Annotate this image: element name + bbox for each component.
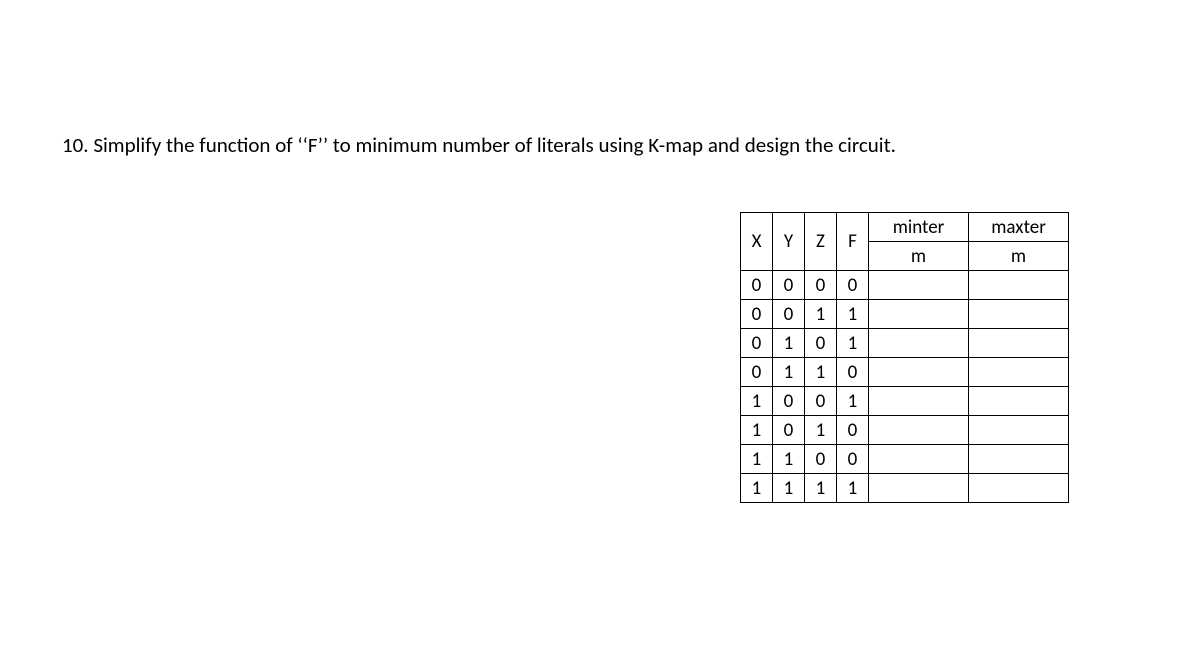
- cell-f: 0: [837, 271, 869, 300]
- cell-x: 1: [741, 387, 773, 416]
- cell-max: [969, 329, 1069, 358]
- table-row: 0 0 1 1: [741, 300, 1069, 329]
- cell-f: 1: [837, 300, 869, 329]
- cell-f: 0: [837, 358, 869, 387]
- cell-y: 0: [773, 300, 805, 329]
- cell-max: [969, 416, 1069, 445]
- cell-min: [869, 271, 969, 300]
- table-row: 1 1 1 1: [741, 474, 1069, 503]
- cell-x: 0: [741, 300, 773, 329]
- header-f: F: [837, 213, 869, 271]
- cell-max: [969, 271, 1069, 300]
- cell-max: [969, 300, 1069, 329]
- cell-max: [969, 445, 1069, 474]
- cell-y: 1: [773, 358, 805, 387]
- cell-min: [869, 300, 969, 329]
- cell-y: 0: [773, 271, 805, 300]
- cell-f: 1: [837, 329, 869, 358]
- cell-x: 1: [741, 474, 773, 503]
- cell-y: 1: [773, 329, 805, 358]
- cell-min: [869, 329, 969, 358]
- header-maxterm-top: maxter: [969, 213, 1069, 242]
- cell-z: 0: [805, 445, 837, 474]
- cell-min: [869, 474, 969, 503]
- table-row: 0 1 0 1: [741, 329, 1069, 358]
- cell-f: 0: [837, 416, 869, 445]
- cell-y: 0: [773, 416, 805, 445]
- cell-x: 1: [741, 416, 773, 445]
- question-text: 10. Simplify the function of ‘‘F’’ to mi…: [62, 132, 896, 158]
- cell-x: 0: [741, 271, 773, 300]
- header-x: X: [741, 213, 773, 271]
- header-z: Z: [805, 213, 837, 271]
- cell-z: 0: [805, 271, 837, 300]
- truth-table: X Y Z F minter maxter m m 0 0 0 0 0 0 1 …: [740, 212, 1069, 503]
- cell-z: 1: [805, 300, 837, 329]
- cell-z: 1: [805, 358, 837, 387]
- cell-f: 1: [837, 387, 869, 416]
- cell-z: 0: [805, 387, 837, 416]
- table-row: 0 0 0 0: [741, 271, 1069, 300]
- table-row: 0 1 1 0: [741, 358, 1069, 387]
- cell-z: 1: [805, 474, 837, 503]
- truth-table-container: X Y Z F minter maxter m m 0 0 0 0 0 0 1 …: [740, 212, 1069, 503]
- header-minterm-bot: m: [869, 242, 969, 271]
- header-row-top: X Y Z F minter maxter: [741, 213, 1069, 242]
- table-row: 1 1 0 0: [741, 445, 1069, 474]
- cell-min: [869, 387, 969, 416]
- table-row: 1 0 1 0: [741, 416, 1069, 445]
- cell-min: [869, 445, 969, 474]
- table-row: 1 0 0 1: [741, 387, 1069, 416]
- header-minterm-top: minter: [869, 213, 969, 242]
- cell-y: 0: [773, 387, 805, 416]
- cell-x: 0: [741, 329, 773, 358]
- cell-max: [969, 474, 1069, 503]
- cell-x: 1: [741, 445, 773, 474]
- header-maxterm-bot: m: [969, 242, 1069, 271]
- cell-max: [969, 358, 1069, 387]
- cell-max: [969, 387, 1069, 416]
- cell-y: 1: [773, 474, 805, 503]
- cell-f: 1: [837, 474, 869, 503]
- cell-x: 0: [741, 358, 773, 387]
- cell-z: 1: [805, 416, 837, 445]
- cell-min: [869, 416, 969, 445]
- cell-z: 0: [805, 329, 837, 358]
- cell-min: [869, 358, 969, 387]
- cell-y: 1: [773, 445, 805, 474]
- header-y: Y: [773, 213, 805, 271]
- cell-f: 0: [837, 445, 869, 474]
